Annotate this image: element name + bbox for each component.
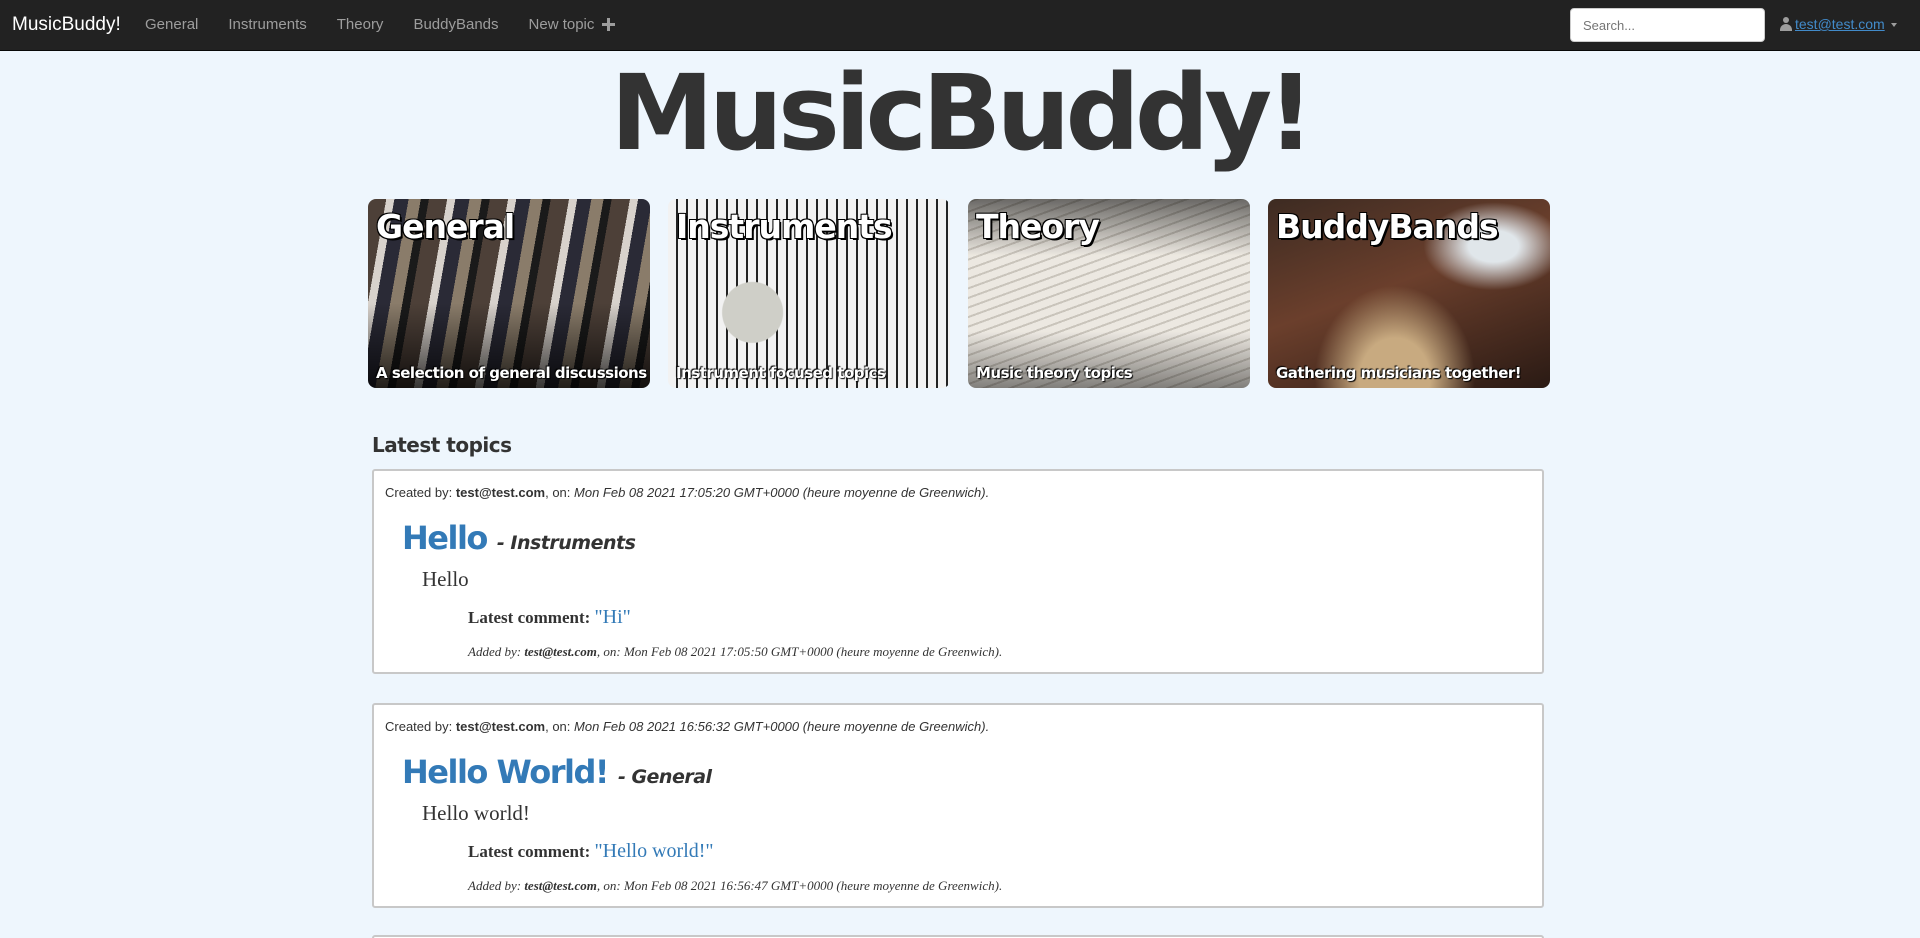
nav-instruments[interactable]: Instruments bbox=[228, 16, 306, 33]
nav-general[interactable]: General bbox=[145, 16, 198, 33]
category-description: A selection of general discussions bbox=[376, 364, 647, 382]
new-topic-label: New topic bbox=[528, 16, 595, 33]
user-icon bbox=[1780, 17, 1792, 31]
plus-icon bbox=[602, 18, 616, 31]
topic-meta: Created by: test@test.com, on: Mon Feb 0… bbox=[385, 719, 989, 734]
main-nav: General Instruments Theory BuddyBands Ne… bbox=[145, 16, 645, 33]
on-label: , on: bbox=[596, 878, 621, 893]
topic-body: Hello world! bbox=[422, 801, 530, 825]
topic-heading: Hello World! - General bbox=[402, 753, 712, 791]
topic-author: test@test.com bbox=[455, 485, 546, 500]
category-card-general[interactable]: General A selection of general discussio… bbox=[368, 199, 650, 388]
category-description: Instrument focused topics bbox=[676, 364, 886, 382]
topic-meta: Created by: test@test.com, on: Mon Feb 0… bbox=[385, 485, 989, 500]
topic-card: Created by: test@test.com, on: Mon Feb 0… bbox=[372, 703, 1544, 908]
latest-comment-text[interactable]: "Hi" bbox=[595, 606, 631, 628]
nav-theory[interactable]: Theory bbox=[337, 16, 384, 33]
category-title: BuddyBands bbox=[1276, 207, 1499, 246]
category-cards: General A selection of general discussio… bbox=[368, 199, 1550, 388]
comment-author: test@test.com bbox=[524, 644, 597, 659]
comment-meta: Added by: test@test.com, on: Mon Feb 08 … bbox=[468, 878, 1002, 894]
comment-meta: Added by: test@test.com, on: Mon Feb 08 … bbox=[468, 644, 1002, 660]
topic-heading: Hello - Instruments bbox=[402, 519, 636, 557]
nav-new-topic[interactable]: New topic bbox=[529, 16, 616, 33]
latest-comment: Latest comment: "Hi" bbox=[468, 606, 631, 629]
topic-title-link[interactable]: Hello bbox=[402, 519, 488, 557]
latest-topics-heading: Latest topics bbox=[372, 433, 512, 457]
brand-link[interactable]: MusicBuddy! bbox=[12, 14, 121, 36]
topic-date: Mon Feb 08 2021 17:05:20 GMT+0000 (heure… bbox=[574, 485, 990, 500]
user-email-link[interactable]: test@test.com bbox=[1795, 16, 1885, 32]
topic-category: - Instruments bbox=[496, 532, 636, 554]
topic-date: Mon Feb 08 2021 16:56:32 GMT+0000 (heure… bbox=[574, 719, 990, 734]
category-title: General bbox=[376, 207, 515, 246]
on-label: , on: bbox=[545, 719, 571, 734]
latest-comment-text[interactable]: "Hello world!" bbox=[595, 840, 714, 862]
category-title: Instruments bbox=[676, 207, 893, 246]
category-description: Gathering musicians together! bbox=[1276, 364, 1522, 382]
comment-date: Mon Feb 08 2021 16:56:47 GMT+0000 (heure… bbox=[623, 878, 1003, 893]
comment-date: Mon Feb 08 2021 17:05:50 GMT+0000 (heure… bbox=[623, 644, 1003, 659]
comment-author: test@test.com bbox=[524, 878, 597, 893]
caret-down-icon[interactable] bbox=[1890, 23, 1897, 27]
on-label: , on: bbox=[545, 485, 571, 500]
topic-body: Hello bbox=[422, 567, 469, 591]
nav-buddybands[interactable]: BuddyBands bbox=[413, 16, 498, 33]
search-input[interactable] bbox=[1570, 8, 1765, 42]
category-card-instruments[interactable]: Instruments Instrument focused topics bbox=[668, 199, 950, 388]
created-by-label: Created by: bbox=[385, 485, 453, 500]
topic-title-link[interactable]: Hello World! bbox=[402, 753, 609, 791]
category-card-theory[interactable]: Theory Music theory topics bbox=[968, 199, 1250, 388]
top-navbar: MusicBuddy! General Instruments Theory B… bbox=[0, 0, 1920, 51]
topic-author: test@test.com bbox=[455, 719, 546, 734]
category-title: Theory bbox=[976, 207, 1100, 246]
category-card-buddybands[interactable]: BuddyBands Gathering musicians together! bbox=[1268, 199, 1550, 388]
category-description: Music theory topics bbox=[976, 364, 1133, 382]
latest-comment-label: Latest comment: bbox=[468, 608, 591, 627]
topic-card: Created by: test@test.com, on: Mon Feb 0… bbox=[372, 469, 1544, 674]
user-menu[interactable]: test@test.com bbox=[1780, 16, 1897, 32]
topic-category: - General bbox=[617, 766, 712, 788]
added-by-label: Added by: bbox=[468, 644, 522, 659]
on-label: , on: bbox=[596, 644, 621, 659]
latest-comment-label: Latest comment: bbox=[468, 842, 591, 861]
added-by-label: Added by: bbox=[468, 878, 522, 893]
hero-title: MusicBuddy! bbox=[610, 52, 1314, 174]
created-by-label: Created by: bbox=[385, 719, 453, 734]
latest-comment: Latest comment: "Hello world!" bbox=[468, 840, 714, 863]
